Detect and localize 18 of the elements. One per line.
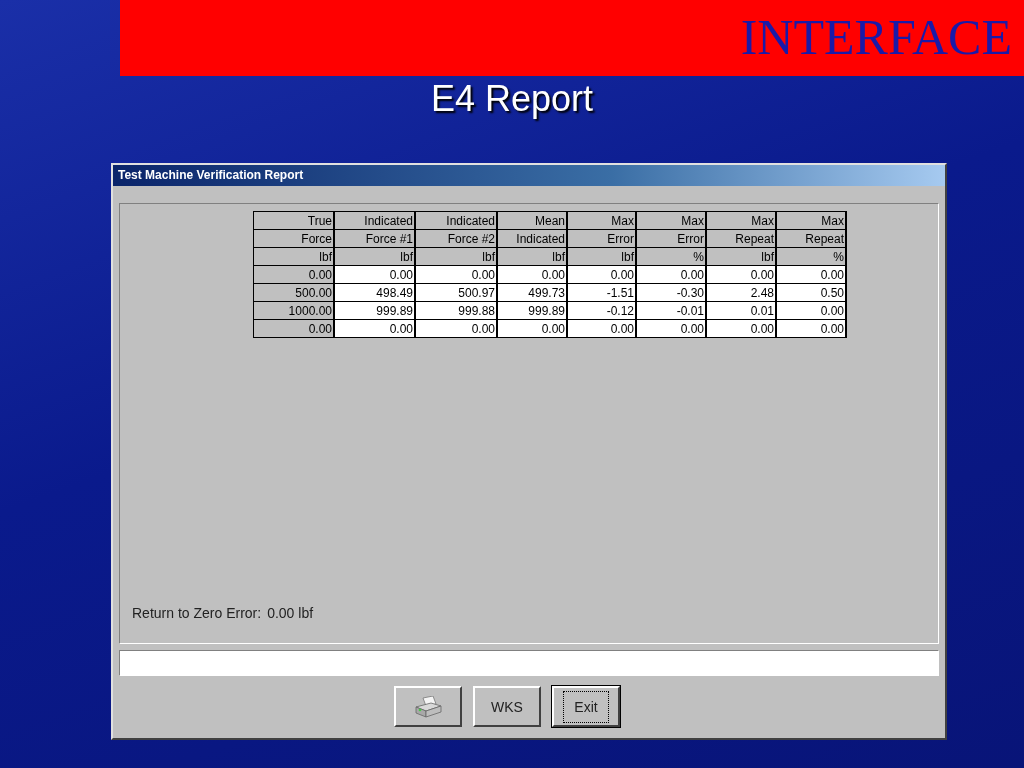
return-to-zero-label: Return to Zero Error: (132, 605, 262, 621)
wks-button[interactable]: WKS (473, 686, 541, 727)
status-field[interactable] (119, 650, 939, 676)
column-header: Mean (497, 211, 567, 230)
window-title: Test Machine Verification Report (113, 165, 945, 186)
column-header: Max (636, 211, 706, 230)
column-header: Indicated (415, 211, 497, 230)
column-header: True (253, 211, 334, 230)
exit-button[interactable]: Exit (552, 686, 620, 727)
slide-title: E4 Report (429, 78, 595, 121)
printer-icon (413, 695, 443, 718)
print-button[interactable] (394, 686, 462, 727)
column-header: Max (567, 211, 636, 230)
column-header: Max (776, 211, 846, 230)
column-header: Indicated (334, 211, 415, 230)
return-to-zero-value: 0.00 lbf (267, 605, 314, 621)
column-header: Max (706, 211, 776, 230)
title-banner: INTERFACE (120, 0, 1024, 76)
